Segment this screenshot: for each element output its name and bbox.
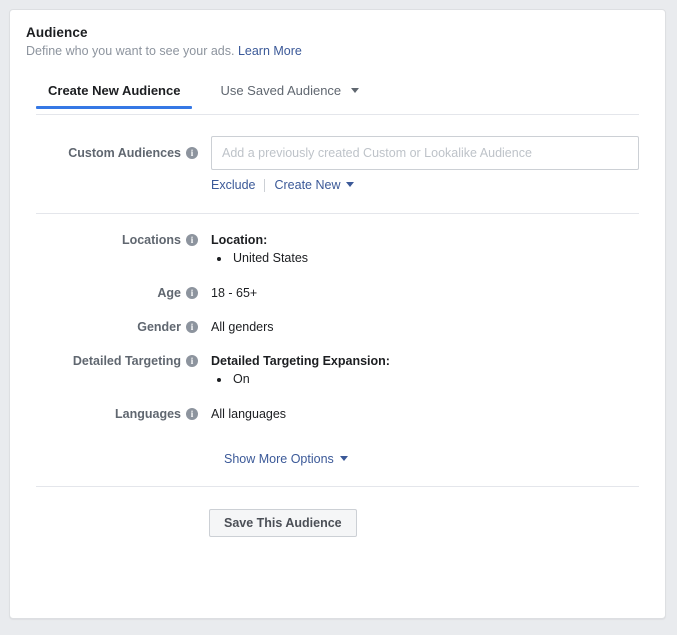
info-icon[interactable]: i: [186, 234, 198, 246]
languages-row[interactable]: Languages i All languages: [36, 406, 639, 422]
locations-value-head: Location:: [211, 233, 268, 247]
custom-audiences-label: Custom Audiences: [68, 146, 181, 160]
languages-value: All languages: [198, 406, 639, 422]
panel-header: Audience Define who you want to see your…: [10, 10, 665, 60]
divider-custom-audiences: [36, 213, 639, 214]
chevron-down-icon: [350, 88, 359, 94]
custom-audiences-label-group: Custom Audiences i: [36, 136, 198, 170]
show-more-options-label: Show More Options: [224, 452, 334, 466]
targeting-details-section: Locations i Location: United States Age …: [10, 232, 665, 466]
languages-value-text: All languages: [211, 407, 287, 421]
detailed-targeting-bullet-list: On: [211, 371, 639, 388]
languages-label: Languages: [115, 407, 181, 421]
create-new-link-label: Create New: [274, 178, 341, 192]
detailed-targeting-label-group: Detailed Targeting i: [36, 353, 198, 368]
age-label-group: Age i: [36, 285, 198, 300]
list-item: United States: [231, 250, 639, 267]
info-icon[interactable]: i: [186, 408, 198, 420]
panel-subtitle: Define who you want to see your ads. Lea…: [26, 43, 665, 60]
detailed-targeting-value: Detailed Targeting Expansion: On: [198, 353, 639, 388]
gender-label-group: Gender i: [36, 319, 198, 334]
age-value: 18 - 65+: [198, 285, 639, 301]
detailed-targeting-value-head: Detailed Targeting Expansion:: [211, 354, 390, 368]
page-title: Audience: [26, 25, 88, 40]
custom-audiences-row: Custom Audiences i Exclude Create New: [36, 136, 639, 192]
info-icon[interactable]: i: [186, 287, 198, 299]
exclude-link[interactable]: Exclude: [211, 178, 255, 192]
locations-label: Locations: [121, 233, 181, 247]
chevron-down-icon: [339, 456, 348, 462]
age-value-text: 18 - 65+: [211, 286, 258, 300]
locations-bullet-list: United States: [211, 250, 639, 267]
gender-row[interactable]: Gender i All genders: [36, 319, 639, 335]
chevron-down-icon: [346, 182, 355, 188]
age-row[interactable]: Age i 18 - 65+: [36, 285, 639, 301]
age-label: Age: [157, 286, 181, 300]
custom-audiences-section: Custom Audiences i Exclude Create New: [10, 136, 665, 192]
locations-label-group: Locations i: [36, 232, 198, 247]
detailed-targeting-label: Detailed Targeting: [72, 354, 181, 368]
link-divider: [264, 178, 266, 192]
info-icon[interactable]: i: [186, 321, 198, 333]
gender-value-text: All genders: [211, 320, 274, 334]
learn-more-link[interactable]: Learn More: [238, 44, 302, 58]
panel-subtitle-text: Define who you want to see your ads.: [26, 44, 235, 58]
gender-value: All genders: [198, 319, 639, 335]
show-more-options-row: Show More Options: [36, 452, 639, 466]
list-item: On: [231, 371, 639, 388]
gender-label: Gender: [137, 320, 181, 334]
locations-row[interactable]: Locations i Location: United States: [36, 232, 639, 267]
locations-value: Location: United States: [198, 232, 639, 267]
panel-footer: Save This Audience: [10, 487, 665, 537]
save-audience-button[interactable]: Save This Audience: [209, 509, 357, 537]
info-icon[interactable]: i: [186, 147, 198, 159]
detailed-targeting-row[interactable]: Detailed Targeting i Detailed Targeting …: [36, 353, 639, 388]
tab-create-new-audience-label: Create New Audience: [48, 83, 181, 98]
tab-use-saved-audience[interactable]: Use Saved Audience: [208, 83, 370, 108]
show-more-options-link[interactable]: Show More Options: [224, 452, 348, 466]
languages-label-group: Languages i: [36, 406, 198, 421]
tab-use-saved-audience-label: Use Saved Audience: [220, 83, 342, 98]
audience-panel: Audience Define who you want to see your…: [9, 9, 666, 619]
create-new-link[interactable]: Create New: [274, 178, 355, 192]
audience-tabs: Create New Audience Use Saved Audience: [36, 83, 639, 115]
custom-audiences-value: Exclude Create New: [198, 136, 639, 192]
custom-audiences-links: Exclude Create New: [211, 178, 639, 192]
custom-audiences-input[interactable]: [211, 136, 639, 170]
tab-create-new-audience[interactable]: Create New Audience: [36, 83, 193, 109]
info-icon[interactable]: i: [186, 355, 198, 367]
